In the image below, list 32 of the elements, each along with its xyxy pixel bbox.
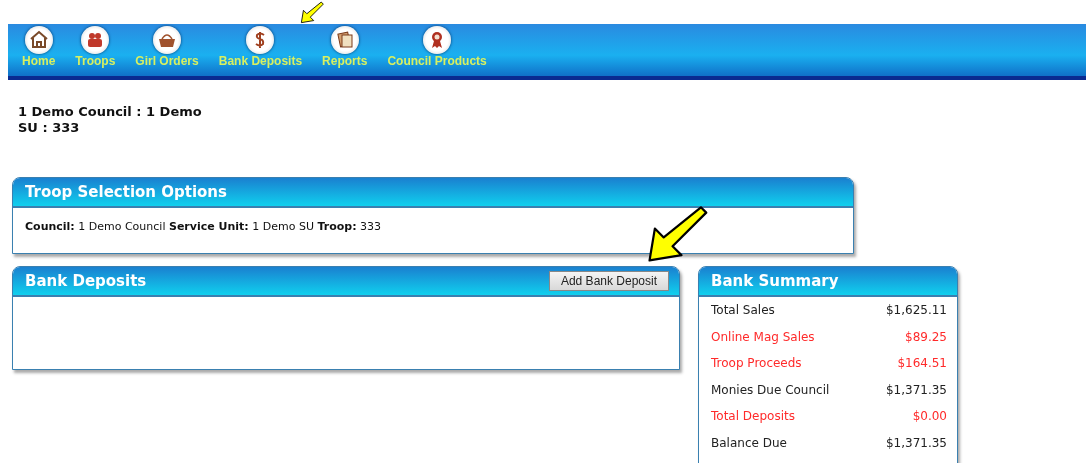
summary-amount: $0.00 [912,409,947,424]
dollar-icon [246,26,275,54]
troop-info: Council: 1 Demo Council Service Unit: 1 Demo SU Troop: 333 [25,220,382,233]
summary-label: Troop Proceeds [711,356,802,371]
summary-label: Total Deposits [711,409,795,424]
house-icon [24,26,53,54]
header-text: SU : 333 [18,120,81,136]
header-text: 1 Demo Council : 1 Demo [18,104,203,120]
summary-amount: $1,371.35 [885,382,947,397]
nav-item[interactable]: Reports [312,24,378,76]
nav-item[interactable]: Council Products [377,24,497,76]
papers-icon [330,26,359,54]
nav-item[interactable]: Troops [65,24,126,76]
panel-title: Bank Deposits [25,272,147,290]
panel-title: Bank Summary [711,272,839,290]
nav-item[interactable]: Bank Deposits [208,24,313,76]
nav-item[interactable]: Home [12,24,66,76]
summary-label: Online Mag Sales [711,329,815,344]
ribbon-icon [423,26,452,54]
basket-icon [153,26,182,54]
summary-amount: $1,371.35 [885,435,947,450]
nav-item[interactable]: Girl Orders [125,24,209,76]
summary-label: Monies Due Council [711,382,830,397]
summary-amount: $1,625.11 [885,303,947,318]
add-deposit-button[interactable]: Add Bank Deposit [548,271,669,291]
summary-label: Balance Due [711,435,787,450]
summary-amount: $89.25 [905,329,947,344]
panel-title: Troop Selection Options [25,183,227,201]
summary-label: Total Sales [711,303,775,318]
arrow-icon [300,0,324,24]
summary-amount: $164.51 [897,356,947,371]
people-icon [81,26,110,54]
